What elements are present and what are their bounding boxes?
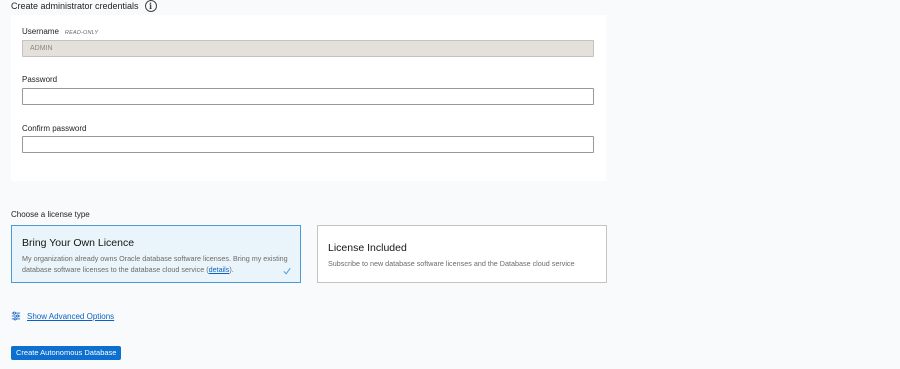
details-link[interactable]: details: [209, 265, 230, 274]
check-icon: [283, 267, 291, 275]
credentials-heading-text: Create administrator credentials: [11, 1, 139, 11]
byol-description-text: My organization already owns Oracle data…: [22, 254, 288, 274]
create-autonomous-database-button[interactable]: Create Autonomous Database: [11, 346, 122, 360]
license-option-byol[interactable]: Bring Your Own Licence My organization a…: [11, 225, 301, 283]
byol-description: My organization already owns Oracle data…: [22, 253, 292, 275]
username-label-row: Username READ-ONLY: [22, 27, 98, 36]
license-type-heading: Choose a license type: [11, 210, 90, 219]
confirm-password-field[interactable]: [22, 136, 594, 153]
credentials-heading: Create administrator credentials i: [11, 0, 157, 12]
username-label: Username: [22, 27, 59, 36]
byol-title: Bring Your Own Licence: [22, 237, 135, 249]
byol-description-end: ).: [229, 265, 234, 274]
password-field[interactable]: [22, 88, 594, 105]
license-included-title: License Included: [328, 242, 407, 254]
show-advanced-options-link[interactable]: Show Advanced Options: [11, 311, 114, 321]
create-adb-form: Create administrator credentials i Usern…: [0, 0, 900, 369]
license-included-description: Subscribe to new database software licen…: [328, 259, 575, 268]
sliders-icon: [11, 311, 21, 321]
show-advanced-options-label: Show Advanced Options: [27, 311, 115, 321]
info-icon[interactable]: i: [144, 0, 157, 12]
credentials-panel: Username READ-ONLY Password Confirm passw…: [11, 15, 606, 181]
username-field: [22, 40, 594, 57]
password-label: Password: [22, 75, 58, 84]
license-option-included[interactable]: License Included Subscribe to new databa…: [317, 225, 607, 283]
confirm-password-label: Confirm password: [22, 124, 87, 133]
readonly-tag: READ-ONLY: [64, 30, 99, 36]
